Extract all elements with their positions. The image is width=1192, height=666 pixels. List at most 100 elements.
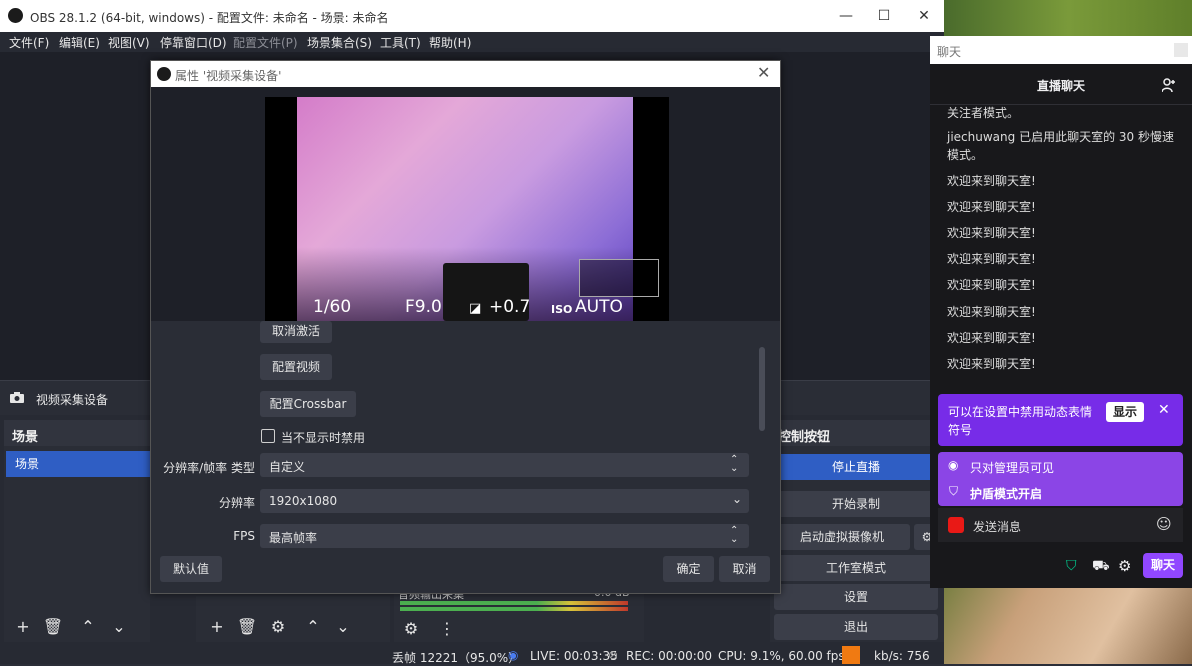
float-icon[interactable]: [1174, 43, 1188, 57]
bitrate: kb/s: 756: [874, 649, 930, 663]
dialog-titlebar: 属性 '视频采集设备' ✕: [151, 61, 780, 87]
res-type-select[interactable]: 自定义 ⌃⌄: [260, 453, 749, 477]
histogram: [579, 259, 659, 297]
configure-video-button[interactable]: 配置视频: [260, 354, 332, 380]
chat-window: 聊天 直播聊天 关注者模式。 jiechuwang 已启用此聊天室的 30 秒慢…: [930, 36, 1192, 588]
chat-input[interactable]: 发送消息 ☺: [938, 508, 1183, 542]
spinner-icon: ⌃⌄: [730, 455, 738, 473]
cpu-usage: CPU: 9.1%, 60.00 fps: [718, 649, 845, 663]
add-scene-icon[interactable]: +: [10, 614, 36, 640]
record-icon: ⊘: [608, 648, 618, 662]
start-record-button[interactable]: 开始录制: [774, 491, 938, 517]
obs-logo-icon: [157, 67, 171, 81]
res-type-value: 自定义: [269, 458, 305, 475]
live-time: LIVE: 00:03:35: [530, 649, 618, 663]
status-bar: 丢帧 12221（95.0%） ◉ LIVE: 00:03:35 ⊘ REC: …: [0, 646, 944, 664]
emote-notice: 可以在设置中禁用动态表情符号 显示 ✕: [938, 394, 1183, 446]
scenes-header: 场景: [4, 420, 150, 446]
dialog-scrollbar[interactable]: [759, 347, 765, 431]
menu-help[interactable]: 帮助(H): [429, 34, 471, 51]
resolution-label: 分辨率: [151, 494, 255, 511]
remove-source-icon[interactable]: 🗑: [234, 614, 260, 640]
chat-header-title: 直播聊天: [930, 77, 1192, 94]
chat-window-title: 聊天: [937, 43, 961, 60]
defaults-button[interactable]: 默认值: [160, 556, 222, 582]
ok-button[interactable]: 确定: [663, 556, 714, 582]
controls-header: 控制按钮: [770, 420, 944, 446]
menu-edit[interactable]: 编辑(E): [59, 34, 100, 51]
cancel-button[interactable]: 取消: [719, 556, 770, 582]
source-up-icon[interactable]: ⌃: [300, 614, 326, 640]
menu-file[interactable]: 文件(F): [9, 34, 49, 51]
scenes-dock: 场景 场景 + 🗑 ⌃ ⌄: [4, 420, 150, 642]
mixer-menu-icon[interactable]: ⋮: [434, 616, 460, 642]
resolution-value: 1920x1080: [269, 494, 337, 508]
chat-message: 欢迎来到聊天室!: [947, 276, 1182, 294]
add-source-icon[interactable]: +: [204, 614, 230, 640]
resolution-select[interactable]: 1920x1080 ⌄: [260, 489, 749, 513]
chat-input-placeholder: 发送消息: [973, 518, 1021, 535]
sources-dock-tools: + 🗑 ⚙ ⌃ ⌄: [196, 596, 390, 642]
chevron-down-icon: ⌄: [732, 492, 742, 506]
emote-picker-icon[interactable]: ☺: [1156, 515, 1172, 533]
configure-crossbar-button[interactable]: 配置Crossbar: [260, 391, 356, 417]
volume-meter-2: [400, 607, 628, 611]
shield-mode-panel: ◉ 只对管理员可见 ⛉ 护盾模式开启: [938, 452, 1183, 506]
show-button[interactable]: 显示: [1106, 402, 1144, 422]
chat-header: 直播聊天: [930, 64, 1192, 105]
move-up-icon[interactable]: ⌃: [75, 614, 101, 640]
source-down-icon[interactable]: ⌄: [330, 614, 356, 640]
remove-scene-icon[interactable]: 🗑: [40, 614, 66, 640]
chat-send-button[interactable]: 聊天: [1143, 553, 1183, 578]
studio-mode-button[interactable]: 工作室模式: [774, 555, 938, 581]
fps-select[interactable]: 最高帧率 ⌃⌄: [260, 524, 749, 548]
mixer-settings-icon[interactable]: ⚙: [398, 616, 424, 642]
shield-icon: ⛉: [949, 484, 958, 499]
eye-icon: ◉: [948, 458, 958, 472]
res-type-label: 分辨率/帧率 类型: [151, 459, 255, 476]
osd-shutter: 1/60: [313, 297, 351, 317]
rec-time: REC: 00:00:00: [626, 649, 712, 663]
live-icon: ◉: [508, 648, 518, 662]
deactivate-button[interactable]: 取消激活: [260, 321, 332, 343]
camera-icon: [948, 517, 964, 533]
osd-exposure: +0.7: [489, 297, 530, 317]
dialog-title: 属性 '视频采集设备': [175, 67, 281, 84]
settings-button[interactable]: 设置: [774, 584, 938, 610]
disable-when-hidden-checkbox[interactable]: [261, 429, 275, 443]
menu-docks[interactable]: 停靠窗口(D): [160, 34, 227, 51]
osd-iso: AUTO: [575, 297, 623, 317]
minimize-icon[interactable]: —: [826, 0, 866, 32]
move-down-icon[interactable]: ⌄: [106, 614, 132, 640]
window-title: OBS 28.1.2 (64-bit, windows) - 配置文件: 未命名…: [30, 9, 389, 26]
scene-list-item[interactable]: 场景: [6, 451, 150, 477]
close-icon[interactable]: ✕: [1158, 402, 1170, 418]
close-icon[interactable]: ✕: [904, 0, 944, 32]
menu-profile[interactable]: 配置文件(P): [233, 34, 298, 51]
chat-message: 关注者模式。: [947, 104, 1182, 122]
users-icon[interactable]: [1162, 77, 1178, 93]
chat-message: 欢迎来到聊天室!: [947, 329, 1182, 347]
volume-meter: [400, 601, 628, 605]
audio-mixer-dock: 音频输出采集 0.0 dB ⚙ ⋮: [394, 586, 644, 642]
osd-iso-label: ISO: [551, 303, 572, 316]
cart-icon[interactable]: ⛟: [1092, 558, 1110, 576]
shield-icon[interactable]: ⛉: [1066, 558, 1077, 574]
camera-icon: [10, 392, 24, 403]
exit-button[interactable]: 退出: [774, 614, 938, 640]
close-icon[interactable]: ✕: [757, 63, 770, 82]
settings-icon[interactable]: ⚙: [1118, 557, 1131, 575]
shield-mode-text: 护盾模式开启: [970, 485, 1042, 502]
maximize-icon[interactable]: ☐: [864, 0, 904, 32]
stop-stream-button[interactable]: 停止直播: [774, 454, 938, 480]
mod-only-text: 只对管理员可见: [970, 459, 1054, 476]
menu-scene-collection[interactable]: 场景集合(S): [307, 34, 372, 51]
obs-titlebar: OBS 28.1.2 (64-bit, windows) - 配置文件: 未命名…: [0, 0, 944, 32]
desktop-background-bottom: [930, 588, 1192, 664]
virtual-camera-button[interactable]: 启动虚拟摄像机: [774, 524, 910, 550]
menu-view[interactable]: 视图(V): [108, 34, 150, 51]
chat-message: 欢迎来到聊天室!: [947, 355, 1182, 373]
exposure-icon: ◪: [469, 301, 481, 316]
source-settings-icon[interactable]: ⚙: [265, 614, 291, 640]
menu-tools[interactable]: 工具(T): [380, 34, 421, 51]
